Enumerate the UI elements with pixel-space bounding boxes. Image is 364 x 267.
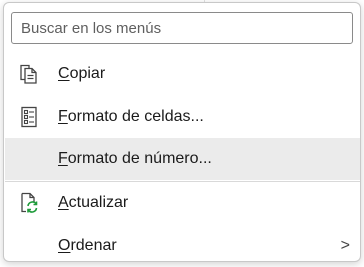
copy-icon [20, 64, 37, 84]
menu-item-sort[interactable]: Ordenar > [5, 225, 360, 267]
menu-item-format-cells[interactable]: Formato de celdas... [5, 96, 360, 138]
menu-item-number-format-label: Formato de número... [58, 150, 212, 167]
menu-item-refresh-label: Actualizar [58, 194, 129, 211]
menu-item-copy[interactable]: Copiar [5, 53, 360, 95]
menu-search-input[interactable] [12, 13, 352, 43]
menu-item-refresh[interactable]: Actualizar [5, 182, 360, 224]
format-cells-icon [21, 106, 37, 128]
chevron-right-icon: > [340, 237, 350, 254]
menu-item-copy-label: Copiar [58, 65, 106, 82]
menu-item-format-cells-label: Formato de celdas... [58, 108, 204, 125]
search-box[interactable] [11, 12, 353, 44]
menu-item-number-format[interactable]: Formato de número... [5, 138, 360, 180]
menu-item-sort-label: Ordenar [58, 237, 117, 254]
context-menu: Copiar Formato de celdas... Formato de n… [3, 2, 361, 262]
refresh-icon [21, 192, 38, 213]
